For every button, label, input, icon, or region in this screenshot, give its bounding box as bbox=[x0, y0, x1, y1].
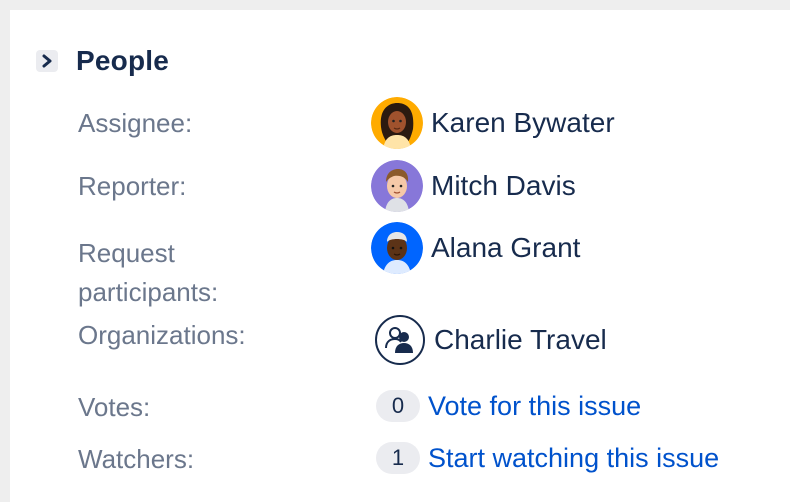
votes-count-badge: 0 bbox=[376, 390, 420, 422]
avatar-karen-icon[interactable] bbox=[371, 97, 423, 149]
reporter-name[interactable]: Mitch Davis bbox=[431, 170, 576, 202]
votes-value: 0 Vote for this issue bbox=[376, 390, 641, 422]
organization-icon bbox=[374, 314, 426, 366]
assignee-label: Assignee: bbox=[78, 108, 193, 138]
top-border bbox=[0, 0, 790, 10]
participants-label-line2: participants: bbox=[78, 277, 219, 307]
section-title: People bbox=[76, 45, 170, 76]
reporter-label: Reporter: bbox=[78, 171, 187, 201]
left-border bbox=[0, 10, 10, 502]
votes-label: Votes: bbox=[78, 392, 151, 422]
avatar-mitch-icon[interactable] bbox=[371, 160, 423, 212]
people-panel-frame: People Assignee: Karen Bywater Reporter: bbox=[0, 0, 790, 502]
watchers-label: Watchers: bbox=[78, 444, 195, 474]
participants-value[interactable]: Alana Grant bbox=[371, 222, 580, 274]
participants-label-line1: Request bbox=[78, 238, 175, 268]
people-panel: People Assignee: Karen Bywater Reporter: bbox=[10, 10, 790, 502]
reporter-value[interactable]: Mitch Davis bbox=[371, 160, 576, 212]
watchers-value: 1 Start watching this issue bbox=[376, 442, 719, 474]
organization-name[interactable]: Charlie Travel bbox=[434, 324, 607, 356]
assignee-name[interactable]: Karen Bywater bbox=[431, 107, 615, 139]
people-section-toggle[interactable]: People bbox=[36, 44, 169, 78]
avatar-alana-icon[interactable] bbox=[371, 222, 423, 274]
vote-link[interactable]: Vote for this issue bbox=[428, 391, 641, 422]
assignee-value[interactable]: Karen Bywater bbox=[371, 97, 615, 149]
chevron-right-icon[interactable] bbox=[36, 50, 58, 72]
watch-link[interactable]: Start watching this issue bbox=[428, 443, 719, 474]
watchers-count-badge: 1 bbox=[376, 442, 420, 474]
organizations-value[interactable]: Charlie Travel bbox=[374, 314, 607, 366]
organizations-label: Organizations: bbox=[78, 320, 246, 350]
participant-name[interactable]: Alana Grant bbox=[431, 232, 580, 264]
